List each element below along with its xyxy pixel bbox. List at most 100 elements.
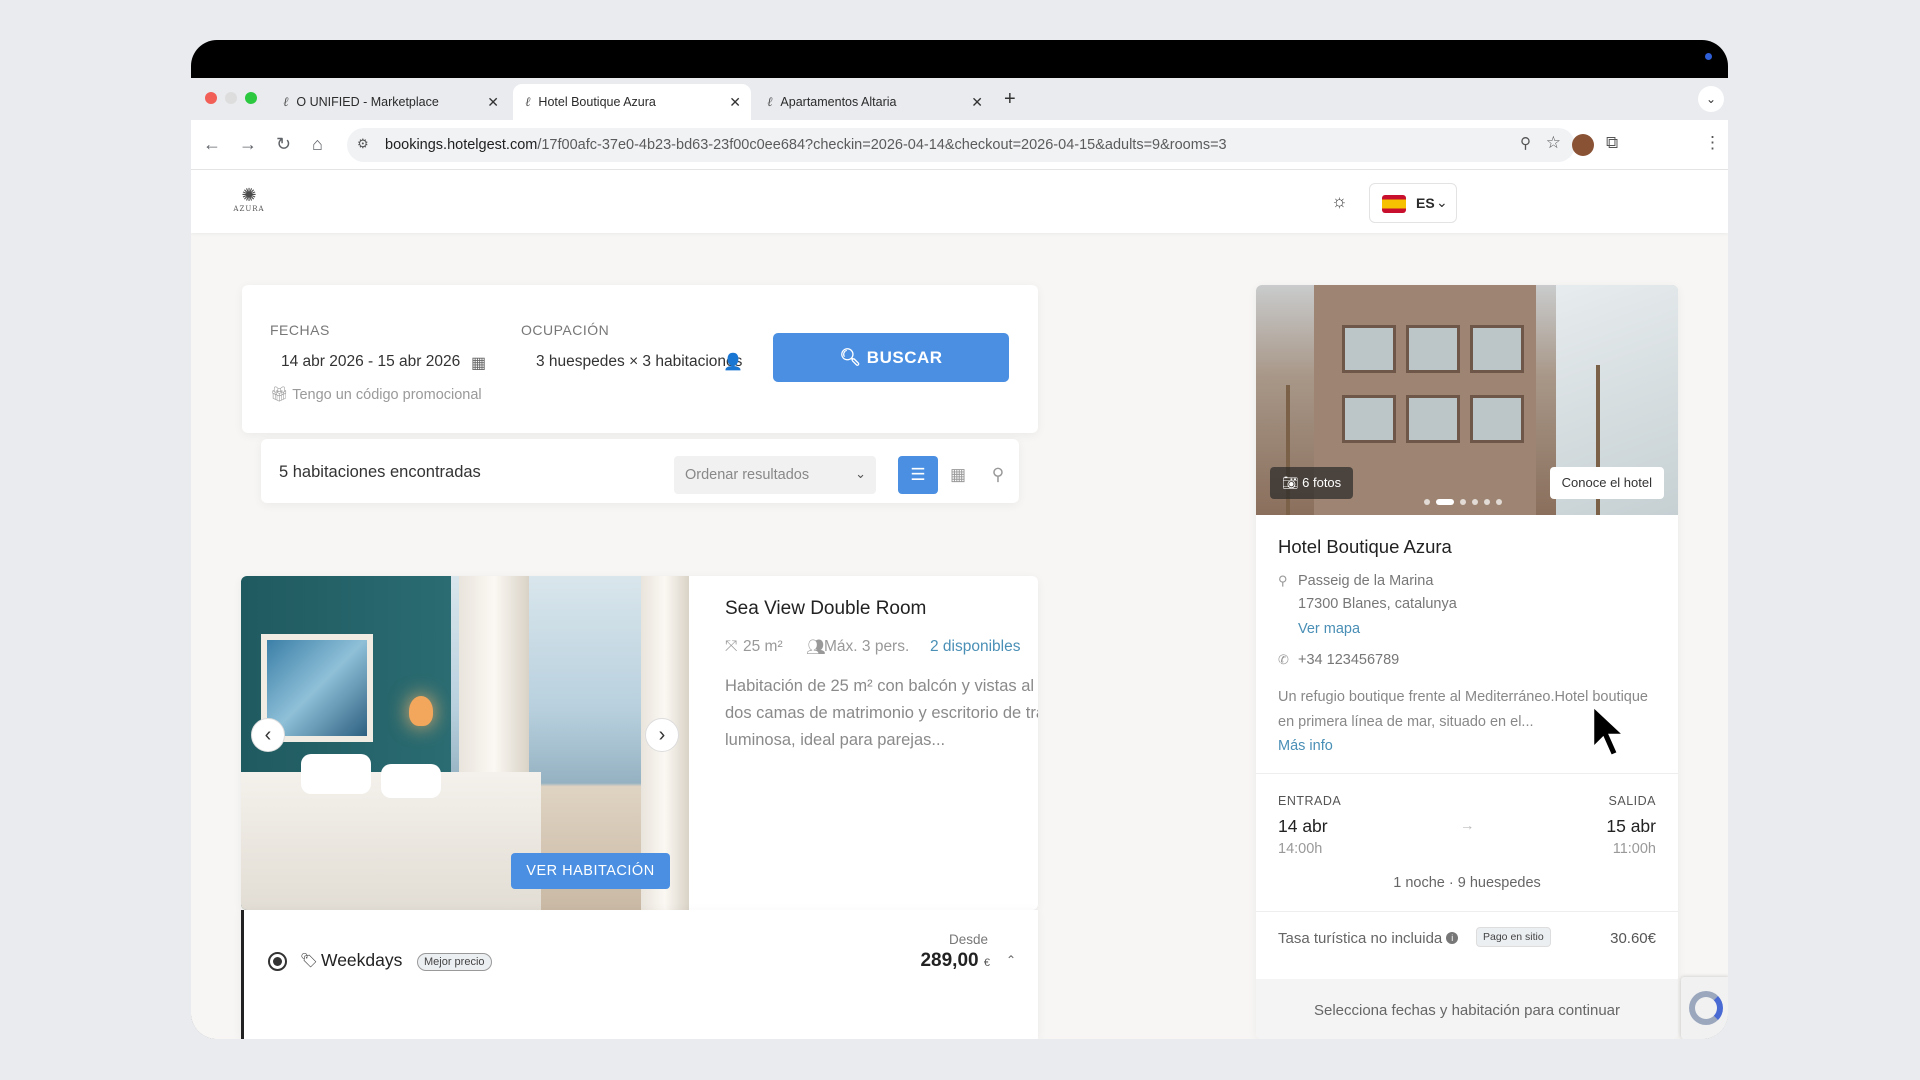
camera-icon: 📷︎ xyxy=(1282,475,1299,490)
window-controls xyxy=(205,92,257,104)
hotel-phone[interactable]: +34 123456789 xyxy=(1298,652,1399,668)
tab-hotel-azura[interactable]: ℓ Hotel Boutique Azura ✕ xyxy=(513,84,751,120)
forward-icon[interactable]: → xyxy=(239,134,257,155)
more-info-link[interactable]: Más info xyxy=(1278,738,1333,754)
next-photo-button[interactable]: › xyxy=(645,718,679,752)
phone-icon: ✆ xyxy=(1278,652,1289,667)
reload-icon[interactable]: ↻ xyxy=(276,134,291,155)
hotel-photo[interactable]: 📷︎ 6 fotos Conoce el hotel xyxy=(1256,285,1678,515)
room-size: 25 m² xyxy=(743,638,783,655)
know-hotel-button[interactable]: Conoce el hotel xyxy=(1549,467,1664,499)
room-title[interactable]: Sea View Double Room xyxy=(725,598,926,620)
close-tab-icon[interactable]: ✕ xyxy=(971,94,983,111)
zoom-icon[interactable]: ⚲ xyxy=(1520,134,1531,152)
browser-menu-icon[interactable]: ⋮ xyxy=(1704,133,1721,153)
tab-unified[interactable]: ℓ O UNIFIED - Marketplace ✕ xyxy=(271,84,509,120)
site-header: ✺ AZURA ☼ ES ⌄ xyxy=(191,171,1728,233)
prev-photo-button[interactable]: ‹ xyxy=(251,718,285,752)
list-view-button[interactable]: ☰ xyxy=(898,456,938,494)
list-icon: ☰ xyxy=(910,465,926,484)
sort-select[interactable]: Ordenar resultados ⌄ xyxy=(674,456,876,494)
carousel-dot[interactable] xyxy=(1472,499,1478,505)
view-room-button[interactable]: VER HABITACIÓN xyxy=(511,853,670,889)
extensions-icon[interactable]: ⧉ xyxy=(1606,133,1618,153)
carousel-dot[interactable] xyxy=(1484,499,1490,505)
checkout-label: SALIDA xyxy=(1608,794,1656,808)
search-button-label: BUSCAR xyxy=(866,348,943,367)
sort-placeholder: Ordenar resultados xyxy=(685,467,810,483)
back-icon[interactable]: ← xyxy=(203,134,221,155)
rate-option[interactable]: 🏷︎ Weekdays Mejor precio Desde 289,00 € … xyxy=(241,910,1038,1039)
spain-flag-icon xyxy=(1382,195,1406,213)
tab-label: Apartamentos Altaria xyxy=(780,95,897,109)
carousel-dot[interactable] xyxy=(1424,499,1430,505)
tax-label-text: Tasa turística no incluida xyxy=(1278,930,1443,947)
profile-avatar[interactable] xyxy=(1572,134,1594,156)
hotel-logo[interactable]: ✺ AZURA xyxy=(231,185,267,221)
language-code: ES xyxy=(1416,195,1435,211)
close-window-button[interactable] xyxy=(205,92,217,104)
carousel-dot-active[interactable] xyxy=(1436,499,1454,505)
room-photo[interactable]: ‹ › VER HABITACIÓN xyxy=(241,576,689,910)
recaptcha-badge[interactable] xyxy=(1681,977,1728,1039)
maximize-window-button[interactable] xyxy=(245,92,257,104)
chevron-down-icon: ⌄ xyxy=(855,466,866,481)
chevron-up-icon[interactable]: ⌃ xyxy=(1006,953,1016,967)
rate-radio[interactable] xyxy=(268,952,287,971)
checkout-time: 11:00h xyxy=(1612,841,1656,857)
bookmark-star-icon[interactable]: ☆ xyxy=(1546,133,1561,153)
tab-search-icon[interactable]: ⌄ xyxy=(1698,86,1724,112)
dates-label: FECHAS xyxy=(270,322,330,338)
carousel-dot[interactable] xyxy=(1460,499,1466,505)
promo-code-link[interactable]: 🎁︎ Tengo un código promocional xyxy=(270,386,482,403)
language-selector[interactable]: ES ⌄ xyxy=(1369,183,1457,223)
window xyxy=(1470,395,1524,443)
recaptcha-icon xyxy=(1689,991,1723,1025)
address-bar[interactable]: ⚙ bookings.hotelgest.com/17f00afc-37e0-4… xyxy=(347,128,1575,162)
palm-logo-icon: ✺ xyxy=(241,185,257,205)
location-pin-icon: ⚲ xyxy=(1278,573,1288,588)
calendar-icon[interactable]: ▦ xyxy=(471,353,486,373)
search-button[interactable]: 🔍︎ BUSCAR xyxy=(773,333,1009,382)
close-tab-icon[interactable]: ✕ xyxy=(487,94,499,111)
site-settings-icon[interactable]: ⚙ xyxy=(357,136,369,152)
theme-sun-icon[interactable]: ☼ xyxy=(1331,191,1348,212)
minimize-window-button[interactable] xyxy=(225,92,237,104)
new-tab-icon[interactable]: + xyxy=(1004,88,1016,111)
occupancy-field[interactable]: 3 huespedes × 3 habitaciones xyxy=(536,353,742,371)
results-count: 5 habitaciones encontradas xyxy=(279,463,481,481)
map-view-button[interactable]: ⚲ xyxy=(978,456,1018,494)
pay-on-site-badge: Pago en sitio xyxy=(1476,927,1551,947)
lamp xyxy=(409,696,433,726)
pillow xyxy=(381,764,441,798)
search-icon: 🔍︎ xyxy=(839,348,862,367)
tax-value: 30.60€ xyxy=(1610,930,1656,947)
tab-altaria[interactable]: ℓ Apartamentos Altaria ✕ xyxy=(755,84,993,120)
url-text[interactable]: bookings.hotelgest.com/17f00afc-37e0-4b2… xyxy=(385,137,1227,153)
tab-bar: ℓ O UNIFIED - Marketplace ✕ ℓ Hotel Bout… xyxy=(191,78,1728,120)
logo-wordmark: AZURA xyxy=(233,205,265,213)
divider xyxy=(1256,911,1678,912)
occupancy-label: OCUPACIÓN xyxy=(521,322,610,338)
view-map-link[interactable]: Ver mapa xyxy=(1298,621,1360,637)
photos-button[interactable]: 📷︎ 6 fotos xyxy=(1270,467,1354,499)
mouse-cursor-icon xyxy=(1591,704,1628,758)
promo-code-label: Tengo un código promocional xyxy=(292,387,482,403)
dates-field[interactable]: 14 abr 2026 - 15 abr 2026 xyxy=(281,353,460,371)
info-icon[interactable]: i xyxy=(1446,932,1459,944)
divider xyxy=(1256,773,1678,774)
grid-icon: ▦ xyxy=(949,465,967,484)
favicon-icon: ℓ xyxy=(767,95,773,110)
home-icon[interactable]: ⌂ xyxy=(312,134,323,155)
window xyxy=(1342,325,1396,373)
close-tab-icon[interactable]: ✕ xyxy=(729,94,741,111)
user-icon[interactable]: 👤 xyxy=(723,352,743,372)
checkin-label: ENTRADA xyxy=(1278,794,1342,808)
url-host: bookings.hotelgest.com xyxy=(385,137,538,153)
window xyxy=(1406,325,1460,373)
price-amount: 289,00 xyxy=(920,950,979,971)
grid-view-button[interactable]: ▦ xyxy=(938,456,978,494)
carousel-dot[interactable] xyxy=(1496,499,1502,505)
gift-icon: 🎁︎ xyxy=(270,387,289,403)
price-currency: € xyxy=(983,957,990,969)
